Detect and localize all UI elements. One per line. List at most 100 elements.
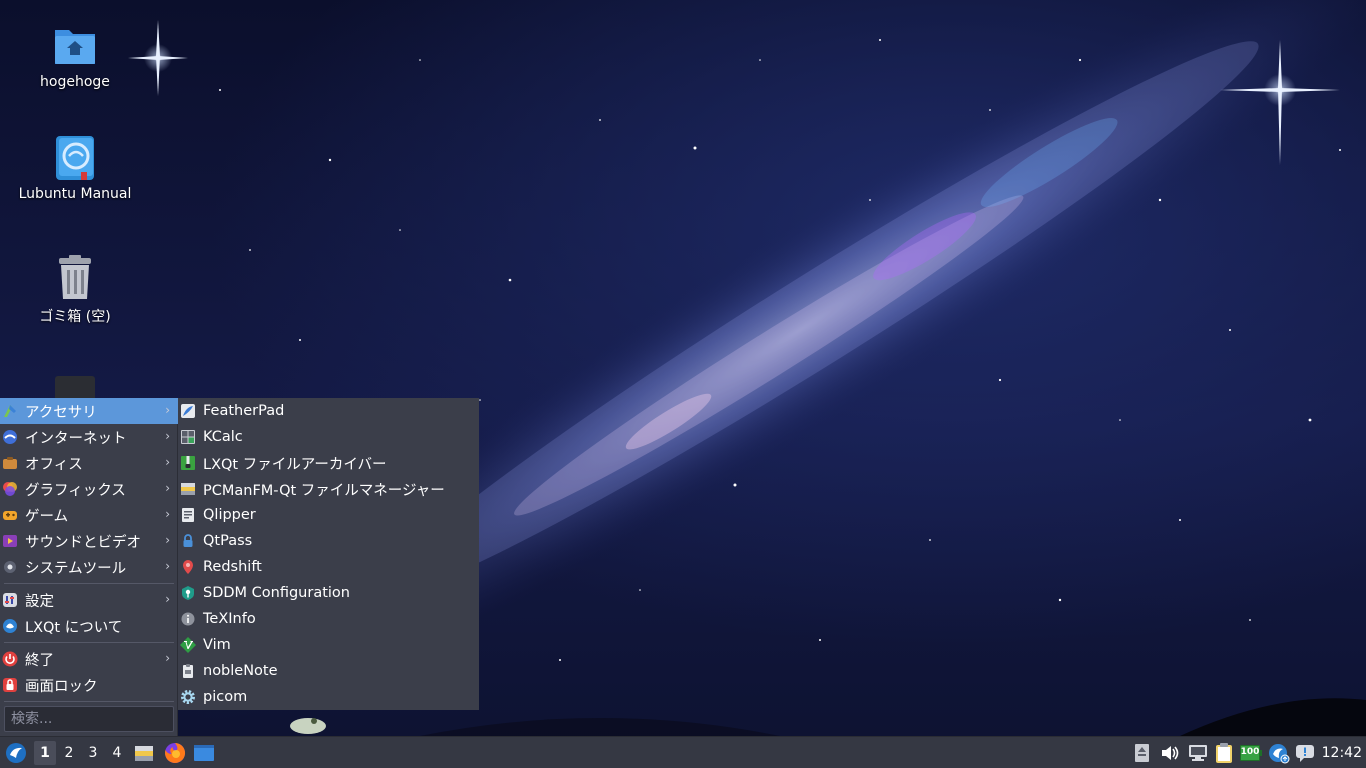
games-icon bbox=[2, 507, 18, 523]
menu-item-leave[interactable]: 終了 › bbox=[0, 646, 178, 672]
eject-icon bbox=[1135, 744, 1149, 762]
menu-item-label: オフィス bbox=[25, 456, 83, 473]
menu-item-settings[interactable]: 設定 › bbox=[0, 587, 178, 613]
desktop-switch-1[interactable]: 1 bbox=[34, 741, 56, 765]
chevron-right-icon: › bbox=[165, 651, 170, 665]
chevron-right-icon: › bbox=[165, 592, 170, 606]
menu-item-label: LXQt について bbox=[25, 619, 123, 636]
system-tools-icon bbox=[2, 559, 18, 575]
multimedia-icon bbox=[2, 533, 18, 549]
menu-item-label: ゲーム bbox=[25, 508, 69, 525]
menu-item-multimedia[interactable]: サウンドとビデオ › bbox=[0, 528, 178, 554]
menu-item-about-lxqt[interactable]: LXQt について bbox=[0, 613, 178, 639]
main-menu-button[interactable] bbox=[2, 737, 30, 768]
submenu-item-label: FeatherPad bbox=[203, 403, 285, 419]
featherpad-icon bbox=[180, 403, 196, 419]
submenu-item-label: KCalc bbox=[203, 429, 243, 445]
vim-icon bbox=[180, 637, 196, 653]
submenu-item-archiver[interactable]: LXQt ファイルアーカイバー bbox=[178, 450, 479, 476]
submenu-item-qlipper[interactable]: Qlipper bbox=[178, 502, 479, 528]
desktop-icon-hidden bbox=[55, 376, 95, 398]
submenu-item-sddm[interactable]: SDDM Configuration bbox=[178, 580, 479, 606]
desktop-icon-home[interactable]: hogehoge bbox=[15, 22, 135, 90]
desktop-number: 2 bbox=[64, 745, 74, 761]
submenu-item-featherpad[interactable]: FeatherPad bbox=[178, 398, 479, 424]
file-manager-icon bbox=[180, 481, 196, 497]
taskbar: 1 2 3 4 100 12:42 bbox=[0, 736, 1366, 768]
chevron-right-icon: › bbox=[165, 559, 170, 573]
manual-book-icon bbox=[51, 134, 99, 182]
volume-icon bbox=[1162, 746, 1179, 760]
lxqt-about-icon bbox=[2, 618, 18, 634]
gear-icon bbox=[180, 689, 196, 705]
submenu-item-pcmanfm[interactable]: PCManFM-Qt ファイルマネージャー bbox=[178, 476, 479, 502]
chevron-right-icon: › bbox=[165, 533, 170, 547]
tray-volume[interactable] bbox=[1158, 737, 1182, 768]
quicklaunch-firefox[interactable] bbox=[162, 737, 188, 768]
menu-item-system-tools[interactable]: システムツール › bbox=[0, 554, 178, 580]
menu-item-internet[interactable]: インターネット › bbox=[0, 424, 178, 450]
battery-icon: 100 bbox=[1240, 745, 1262, 761]
clock[interactable]: 12:42 bbox=[1322, 737, 1362, 768]
desktop-number: 4 bbox=[112, 745, 122, 761]
submenu-item-label: SDDM Configuration bbox=[203, 585, 350, 601]
chevron-right-icon: › bbox=[165, 455, 170, 469]
desktop-switch-3[interactable]: 3 bbox=[82, 741, 104, 765]
submenu-item-label: Qlipper bbox=[203, 507, 256, 523]
redshift-icon bbox=[180, 559, 196, 575]
main-menu: アクセサリ › インターネット › オフィス › グラフィックス › ゲーム › bbox=[0, 398, 178, 736]
submenu-item-vim[interactable]: Vim bbox=[178, 632, 479, 658]
menu-separator bbox=[4, 642, 174, 643]
menu-item-games[interactable]: ゲーム › bbox=[0, 502, 178, 528]
desktop-icon-manual[interactable]: Lubuntu Manual bbox=[15, 134, 135, 202]
menu-search-input[interactable] bbox=[4, 706, 174, 732]
submenu-item-kcalc[interactable]: KCalc bbox=[178, 424, 479, 450]
tray-notifications[interactable] bbox=[1294, 737, 1316, 768]
sddm-icon bbox=[180, 585, 196, 601]
menu-item-label: 終了 bbox=[25, 652, 54, 669]
submenu-item-label: nobleNote bbox=[203, 663, 278, 679]
submenu-item-redshift[interactable]: Redshift bbox=[178, 554, 479, 580]
lock-icon bbox=[2, 677, 18, 693]
menu-item-label: 画面ロック bbox=[25, 678, 98, 695]
tray-eject[interactable] bbox=[1132, 737, 1152, 768]
archiver-icon bbox=[180, 455, 196, 471]
menu-item-lock-screen[interactable]: 画面ロック bbox=[0, 672, 178, 698]
desktop-switch-2[interactable]: 2 bbox=[58, 741, 80, 765]
desktop-icon-trash[interactable]: ゴミ箱 (空) bbox=[15, 254, 135, 326]
quicklaunch-show-desktop[interactable] bbox=[192, 737, 216, 768]
tray-battery[interactable]: 100 bbox=[1239, 737, 1263, 768]
menu-item-graphics[interactable]: グラフィックス › bbox=[0, 476, 178, 502]
submenu-item-label: Vim bbox=[203, 637, 231, 653]
clipboard-icon bbox=[1216, 743, 1232, 763]
clock-time: 12:42 bbox=[1321, 745, 1362, 761]
tray-clipboard[interactable] bbox=[1213, 737, 1235, 768]
desktop-switch-4[interactable]: 4 bbox=[106, 741, 128, 765]
desktop-number: 3 bbox=[88, 745, 98, 761]
submenu-item-noblenote[interactable]: nobleNote bbox=[178, 658, 479, 684]
info-icon bbox=[180, 611, 196, 627]
lubuntu-logo-icon bbox=[6, 743, 26, 763]
submenu-item-texinfo[interactable]: TeXInfo bbox=[178, 606, 479, 632]
network-icon bbox=[1189, 745, 1207, 761]
password-icon bbox=[180, 533, 196, 549]
quicklaunch-file-manager[interactable] bbox=[132, 737, 156, 768]
tray-update[interactable] bbox=[1267, 737, 1291, 768]
menu-item-label: システムツール bbox=[25, 560, 127, 577]
submenu-item-picom[interactable]: picom bbox=[178, 684, 479, 710]
menu-item-label: サウンドとビデオ bbox=[25, 534, 141, 551]
clipboard-icon bbox=[180, 507, 196, 523]
menu-item-office[interactable]: オフィス › bbox=[0, 450, 178, 476]
submenu-item-label: LXQt ファイルアーカイバー bbox=[203, 456, 387, 473]
submenu-item-label: Redshift bbox=[203, 559, 262, 575]
calculator-icon bbox=[180, 429, 196, 445]
accessories-submenu: FeatherPad KCalc LXQt ファイルアーカイバー PCManFM… bbox=[178, 398, 479, 710]
submenu-item-qtpass[interactable]: QtPass bbox=[178, 528, 479, 554]
tray-network[interactable] bbox=[1186, 737, 1210, 768]
desktop-icon-hidden-bottom bbox=[288, 712, 328, 734]
menu-item-accessories[interactable]: アクセサリ › bbox=[0, 398, 178, 424]
power-icon bbox=[2, 651, 18, 667]
menu-separator bbox=[4, 583, 174, 584]
office-icon bbox=[2, 455, 18, 471]
notification-icon bbox=[1296, 745, 1314, 762]
